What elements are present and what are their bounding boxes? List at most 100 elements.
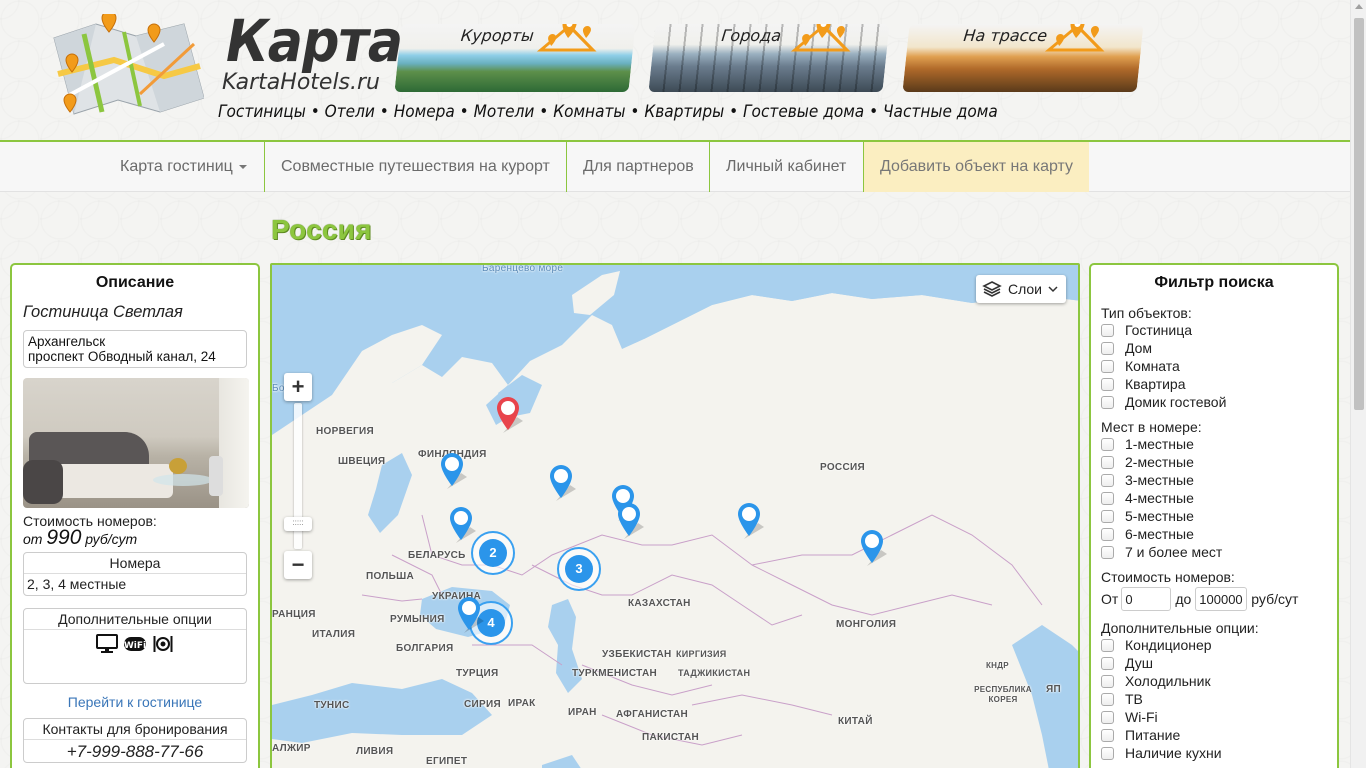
- category-cities-banner[interactable]: Города: [648, 24, 890, 92]
- checkbox[interactable]: [1101, 437, 1114, 451]
- map-label-norway: НОРВЕГИЯ: [316, 426, 375, 437]
- checkbox[interactable]: [1101, 638, 1114, 652]
- photo-sofa-arm: [23, 460, 63, 504]
- map-marker[interactable]: [456, 595, 486, 635]
- checkbox-label: Душ: [1125, 655, 1154, 671]
- filter-type-room[interactable]: Комната: [1101, 357, 1327, 375]
- zoom-out-button[interactable]: −: [284, 551, 312, 579]
- filter-option-ac[interactable]: Кондиционер: [1101, 636, 1327, 654]
- checkbox[interactable]: [1101, 728, 1114, 742]
- filter-type-hotel[interactable]: Гостиница: [1101, 321, 1327, 339]
- rooms-box: Номера 2, 3, 4 местные: [23, 552, 247, 596]
- map-label-china: КИТАЙ: [838, 716, 873, 727]
- cost-to-input[interactable]: [1195, 587, 1248, 611]
- nav-item-label: Совместные путешествия на курорт: [281, 158, 550, 175]
- map-marker[interactable]: [548, 463, 578, 503]
- cluster-count: 2: [479, 539, 507, 567]
- checkbox[interactable]: [1101, 674, 1114, 688]
- hotel-photo[interactable]: [23, 378, 249, 508]
- filter-type-guesthouse[interactable]: Домик гостевой: [1101, 393, 1327, 411]
- page-scrollbar[interactable]: [1350, 0, 1366, 768]
- map-label-poland: ПОЛЬША: [366, 571, 414, 582]
- filter-places-5[interactable]: 5-местные: [1101, 507, 1327, 525]
- filter-option-tv[interactable]: ТВ: [1101, 690, 1327, 708]
- nav-item-hotel-map[interactable]: Карта гостиниц: [104, 142, 263, 192]
- checkbox[interactable]: [1101, 323, 1114, 337]
- checkbox[interactable]: [1101, 527, 1114, 541]
- nav-item-account[interactable]: Личный кабинет: [709, 142, 862, 192]
- filter-places-4[interactable]: 4-местные: [1101, 489, 1327, 507]
- checkbox[interactable]: [1101, 746, 1114, 760]
- filter-option-shower[interactable]: Душ: [1101, 654, 1327, 672]
- rooms-heading: Номера: [24, 553, 246, 574]
- checkbox[interactable]: [1101, 545, 1114, 559]
- nav-item-add-object[interactable]: Добавить объект на карту: [863, 142, 1089, 192]
- layers-label: Слои: [1007, 281, 1042, 297]
- folded-map-logo-icon[interactable]: [44, 14, 204, 120]
- checkbox[interactable]: [1101, 455, 1114, 469]
- checkbox-label: 7 и более мест: [1125, 544, 1223, 560]
- filter-type-apartment[interactable]: Квартира: [1101, 375, 1327, 393]
- map-marker[interactable]: [736, 501, 766, 541]
- checkbox[interactable]: [1101, 491, 1114, 505]
- map-layers-button[interactable]: Слои: [975, 275, 1066, 303]
- checkbox[interactable]: [1101, 692, 1114, 706]
- filter-places-7plus[interactable]: 7 и более мест: [1101, 543, 1327, 561]
- map-label-afghanistan: АФГАНИСТАН: [616, 709, 689, 720]
- go-to-hotel-link[interactable]: Перейти к гостинице: [23, 694, 247, 710]
- filter-places-3[interactable]: 3-местные: [1101, 471, 1327, 489]
- zoom-slider-handle[interactable]: :::::: [284, 517, 312, 531]
- map-cluster-marker[interactable]: 3: [557, 547, 601, 591]
- brand-title[interactable]: Карта: [226, 8, 403, 74]
- checkbox-label: 3-местные: [1125, 472, 1194, 488]
- category-resorts-banner[interactable]: Курорты: [394, 24, 636, 92]
- checkbox[interactable]: [1101, 656, 1114, 670]
- nav-item-joint-travel[interactable]: Совместные путешествия на курорт: [264, 142, 566, 192]
- filter-places-2[interactable]: 2-местные: [1101, 453, 1327, 471]
- map-marker[interactable]: [448, 505, 478, 545]
- map-marker-selected[interactable]: [495, 395, 525, 435]
- scrollbar-thumb[interactable]: [1354, 18, 1364, 410]
- map-marker[interactable]: [859, 528, 889, 568]
- zoom-in-button[interactable]: +: [284, 373, 312, 401]
- map-label-sea-edge: Бо: [272, 383, 285, 394]
- wifi-icon: WiFi: [124, 637, 146, 651]
- checkbox[interactable]: [1101, 710, 1114, 724]
- filter-places-6[interactable]: 6-местные: [1101, 525, 1327, 543]
- cost-from-input[interactable]: [1121, 587, 1172, 611]
- filter-type-house[interactable]: Дом: [1101, 339, 1327, 357]
- checkbox[interactable]: [1101, 509, 1114, 523]
- filter-cost-label: Стоимость номеров:: [1101, 569, 1235, 585]
- photo-window: [219, 378, 249, 508]
- filter-option-fridge[interactable]: Холодильник: [1101, 672, 1327, 690]
- map-canvas[interactable]: [272, 265, 1080, 768]
- option-icons: WiFi: [24, 634, 246, 654]
- nav-item-partners[interactable]: Для партнеров: [566, 142, 710, 192]
- checkbox-label: Дом: [1125, 340, 1153, 356]
- scroll-up-arrow-icon[interactable]: [1355, 4, 1363, 9]
- minus-icon: −: [291, 552, 305, 577]
- map-marker[interactable]: [439, 451, 469, 491]
- checkbox-label: Wi-Fi: [1125, 709, 1158, 725]
- city-pin-icon: [790, 24, 851, 52]
- cost-unit: руб/сут: [1251, 591, 1299, 607]
- description-heading: Описание: [95, 274, 175, 291]
- checkbox[interactable]: [1101, 395, 1114, 409]
- address-box: Архангельск проспект Обводный канал, 24: [23, 330, 247, 368]
- checkbox[interactable]: [1101, 341, 1114, 355]
- phone-number[interactable]: +7-999-888-77-66: [24, 740, 246, 762]
- checkbox[interactable]: [1101, 377, 1114, 391]
- filter-option-wifi[interactable]: Wi-Fi: [1101, 708, 1327, 726]
- map-label-barents-sea: Баренцево море: [482, 263, 564, 274]
- filter-option-kitchen[interactable]: Наличие кухни: [1101, 744, 1327, 762]
- map-marker[interactable]: [616, 501, 646, 541]
- filter-places-1[interactable]: 1-местные: [1101, 435, 1327, 453]
- checkbox[interactable]: [1101, 359, 1114, 373]
- checkbox-label: 5-местные: [1125, 508, 1194, 524]
- brand-url[interactable]: KartaHotels.ru: [222, 70, 380, 95]
- filter-option-meals[interactable]: Питание: [1101, 726, 1327, 744]
- category-road-banner[interactable]: На трассе: [902, 24, 1144, 92]
- map-panel[interactable]: Баренцево море НОРВЕГИЯ ШВЕЦИЯ ФИНЛЯНДИЯ…: [270, 263, 1080, 768]
- contacts-heading: Контакты для бронирования: [24, 719, 246, 740]
- checkbox[interactable]: [1101, 473, 1114, 487]
